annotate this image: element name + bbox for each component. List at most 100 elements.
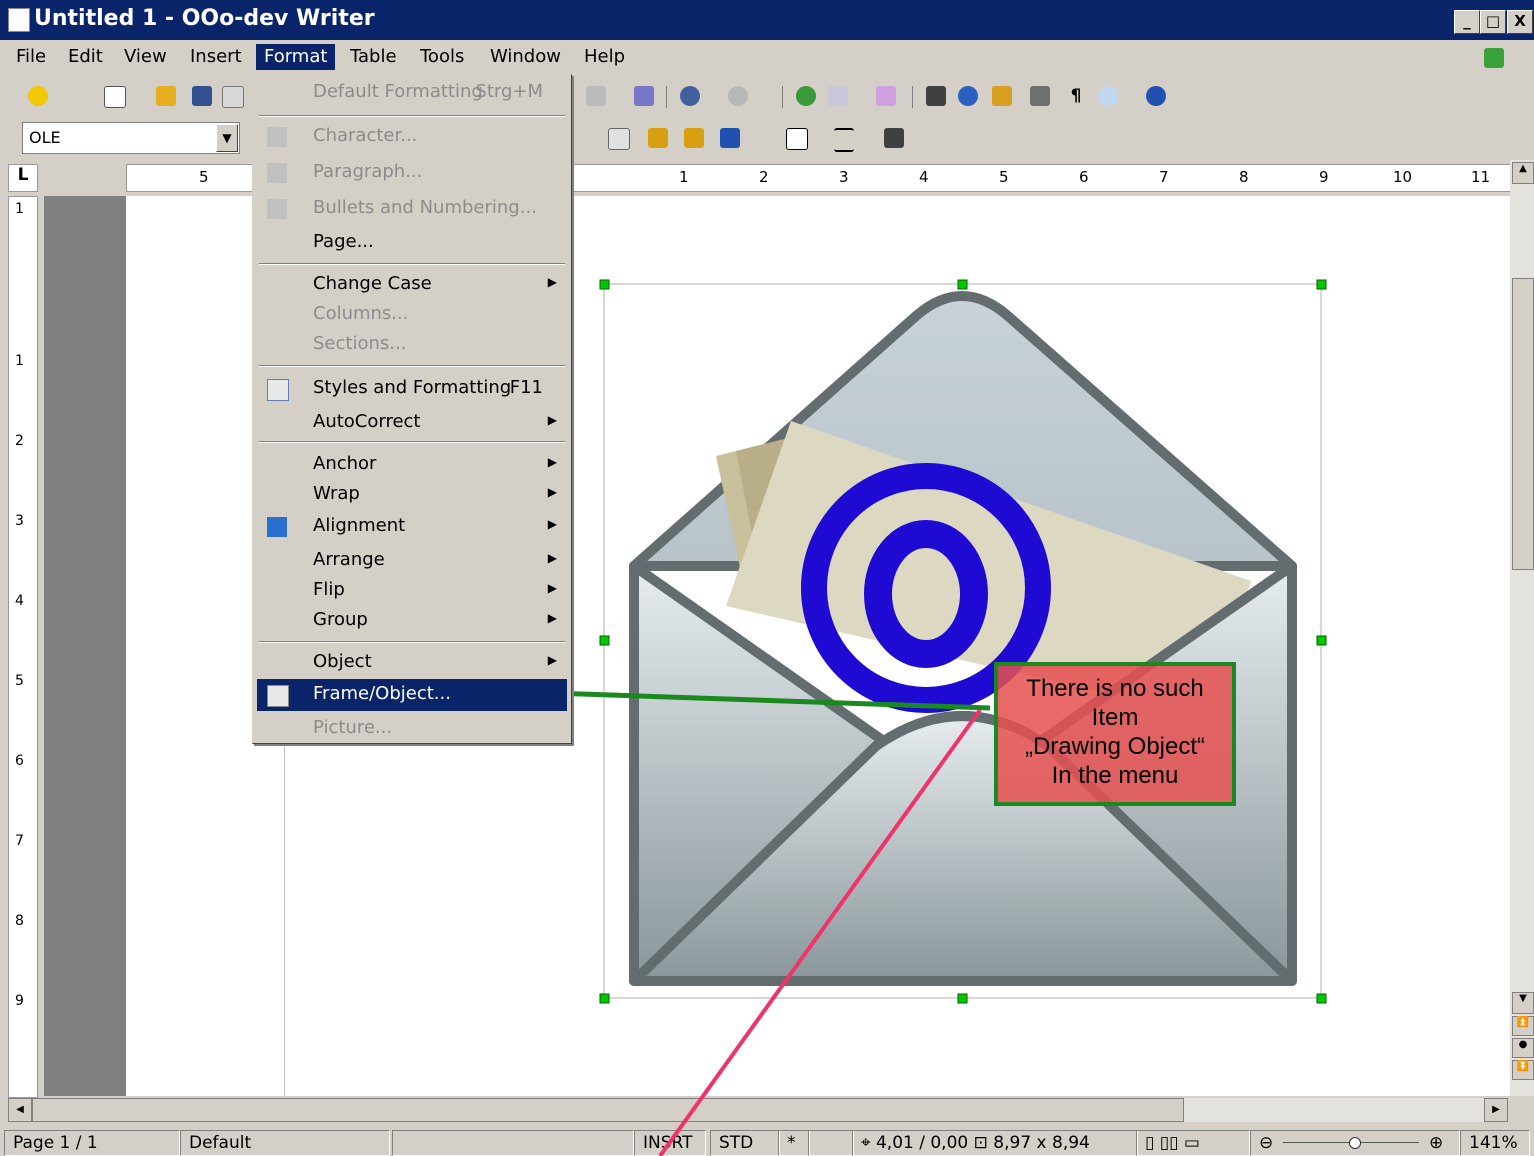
gallery-icon[interactable] — [992, 86, 1012, 106]
tab-stop-selector[interactable]: L — [8, 164, 38, 192]
menu-item-sections[interactable]: Sections... — [257, 329, 567, 361]
pilcrow-icon[interactable]: ¶ — [1066, 86, 1086, 106]
submenu-arrow-icon: ▶ — [547, 275, 557, 289]
menu-item-bullets-numbering[interactable]: Bullets and Numbering... — [257, 193, 567, 225]
language-field[interactable] — [392, 1130, 634, 1156]
table-icon[interactable] — [828, 86, 848, 106]
selection-handle[interactable] — [1316, 993, 1327, 1004]
anchor-icon[interactable] — [720, 128, 740, 148]
redo-icon[interactable] — [728, 86, 748, 106]
menu-item-object[interactable]: Object ▶ — [257, 647, 567, 679]
menu-item-picture[interactable]: Picture... — [257, 713, 567, 745]
scroll-right-arrow-icon[interactable]: ▶ — [1484, 1098, 1508, 1122]
open-folder-icon[interactable] — [156, 86, 176, 106]
menu-item-flip[interactable]: Flip ▶ — [257, 575, 567, 607]
scroll-left-arrow-icon[interactable]: ◀ — [8, 1098, 32, 1122]
menu-item-frame-object[interactable]: Frame/Object... — [257, 679, 567, 711]
menu-item-arrange[interactable]: Arrange ▶ — [257, 545, 567, 577]
menu-item-page[interactable]: Page... — [257, 227, 567, 259]
digital-signature-field[interactable] — [808, 1130, 854, 1156]
selection-mode[interactable]: STD — [710, 1130, 780, 1156]
data-sources-icon[interactable] — [1030, 86, 1050, 106]
submenu-arrow-icon: ▶ — [547, 551, 557, 565]
previous-page-icon[interactable]: ⏫ — [1512, 1016, 1534, 1036]
line-style-icon[interactable] — [834, 128, 854, 152]
extension-icon[interactable] — [28, 86, 48, 106]
vertical-scrollbar[interactable]: ▲ ▼ ⏫ ● ⏬ — [1510, 160, 1534, 1096]
scroll-thumb[interactable] — [1512, 278, 1534, 570]
zoom-slider-knob[interactable] — [1349, 1137, 1361, 1149]
scroll-thumb[interactable] — [32, 1098, 1184, 1122]
menu-item-columns[interactable]: Columns... — [257, 299, 567, 331]
insert-mode[interactable]: INSRT — [634, 1130, 706, 1156]
selection-handle[interactable] — [957, 279, 968, 290]
menu-file[interactable]: File — [8, 44, 54, 70]
restore-button[interactable]: □ — [1480, 10, 1506, 34]
menu-table[interactable]: Table — [342, 44, 405, 70]
save-icon[interactable] — [192, 86, 212, 106]
view-layout[interactable]: ▯ ▯▯ ▭ — [1136, 1130, 1250, 1156]
next-page-icon[interactable]: ⏬ — [1512, 1060, 1534, 1080]
undo-icon[interactable] — [680, 86, 700, 106]
scroll-up-arrow-icon[interactable]: ▲ — [1512, 162, 1534, 184]
page-style[interactable]: Default — [180, 1130, 390, 1156]
menu-tools[interactable]: Tools — [412, 44, 472, 70]
format-paintbrush-icon[interactable] — [634, 86, 654, 106]
paste-icon[interactable] — [586, 86, 606, 106]
help-icon[interactable] — [1146, 86, 1166, 106]
menu-help[interactable]: Help — [576, 44, 633, 70]
minimize-button[interactable]: _ — [1454, 10, 1480, 34]
selection-handle[interactable] — [599, 993, 610, 1004]
menu-item-anchor[interactable]: Anchor ▶ — [257, 449, 567, 481]
draw-functions-icon[interactable] — [876, 86, 896, 106]
horizontal-scrollbar[interactable]: ◀ ▶ — [8, 1098, 1508, 1122]
two-page-icon[interactable]: ▯▯ — [1160, 1133, 1179, 1153]
vertical-ruler[interactable]: 1 1 2 3 4 5 6 7 8 9 — [8, 196, 38, 1098]
zoom-level[interactable]: 141% — [1460, 1130, 1530, 1156]
background-color-icon[interactable] — [884, 128, 904, 148]
menu-item-styles-formatting[interactable]: Styles and Formatting F11 — [257, 373, 567, 405]
chevron-down-icon[interactable]: ▼ — [216, 124, 238, 152]
selection-handle[interactable] — [599, 279, 610, 290]
navigator-compass-icon[interactable] — [958, 86, 978, 106]
send-to-back-icon[interactable] — [684, 128, 704, 148]
page-count[interactable]: Page 1 / 1 — [4, 1130, 180, 1156]
menu-insert[interactable]: Insert — [182, 44, 250, 70]
menu-item-wrap[interactable]: Wrap ▶ — [257, 479, 567, 511]
navigator-icon[interactable] — [796, 86, 816, 106]
selection-handle[interactable] — [1316, 279, 1327, 290]
menu-item-group[interactable]: Group ▶ — [257, 605, 567, 637]
menu-item-paragraph[interactable]: Paragraph... — [257, 157, 567, 189]
zoom-slider[interactable]: ⊖ ⊕ — [1250, 1130, 1460, 1156]
new-document-icon[interactable] — [104, 86, 126, 108]
bring-to-front-icon[interactable] — [648, 128, 668, 148]
find-replace-icon[interactable] — [926, 86, 946, 106]
menu-window[interactable]: Window — [482, 44, 569, 70]
download-update-icon[interactable] — [1484, 48, 1504, 68]
book-view-icon[interactable]: ▭ — [1184, 1133, 1200, 1153]
email-envelope-object[interactable] — [596, 276, 1330, 1006]
border-icon[interactable] — [786, 128, 808, 150]
zoom-out-icon[interactable]: ⊖ — [1259, 1133, 1273, 1153]
menu-edit[interactable]: Edit — [60, 44, 111, 70]
email-icon[interactable] — [222, 86, 244, 108]
close-button[interactable]: X — [1507, 10, 1533, 34]
menu-item-change-case[interactable]: Change Case ▶ — [257, 269, 567, 301]
menu-item-character[interactable]: Character... — [257, 121, 567, 153]
zoom-in-icon[interactable]: ⊕ — [1429, 1131, 1443, 1155]
ruler-v-label: 9 — [15, 993, 24, 1009]
menu-format[interactable]: Format — [256, 44, 336, 70]
menu-item-default-formatting[interactable]: Default Formatting Strg+M — [257, 77, 567, 109]
navigation-icon[interactable]: ● — [1512, 1038, 1534, 1058]
selection-handle[interactable] — [1316, 635, 1327, 646]
zoom-icon[interactable] — [1098, 86, 1118, 106]
selection-handle[interactable] — [599, 635, 610, 646]
menu-item-alignment[interactable]: Alignment ▶ — [257, 511, 567, 543]
single-page-icon[interactable]: ▯ — [1145, 1133, 1154, 1153]
apply-style-box[interactable]: OLE ▼ — [22, 122, 240, 154]
menu-item-autocorrect[interactable]: AutoCorrect ▶ — [257, 407, 567, 439]
frame-properties-icon[interactable] — [608, 128, 630, 150]
selection-handle[interactable] — [957, 993, 968, 1004]
menu-view[interactable]: View — [116, 44, 175, 70]
scroll-down-arrow-icon[interactable]: ▼ — [1512, 992, 1534, 1014]
